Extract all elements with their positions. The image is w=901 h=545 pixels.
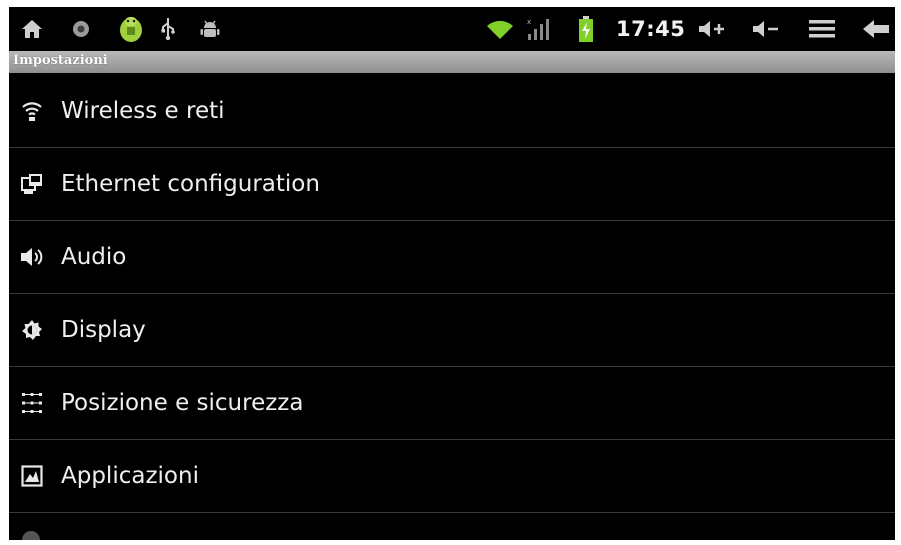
clock-time: 17:45 <box>616 17 686 41</box>
wifi-icon <box>20 99 44 123</box>
android-debug-icon <box>197 7 223 51</box>
settings-item-label: Ethernet configuration <box>61 171 320 197</box>
settings-item-label: Applicazioni <box>61 463 199 489</box>
settings-item-audio[interactable]: Audio <box>9 221 895 294</box>
title-bar: Impostazioni <box>9 51 895 73</box>
page-title: Impostazioni <box>13 53 108 68</box>
speaker-icon <box>20 245 44 269</box>
usb-icon <box>156 7 180 51</box>
signal-icon: x <box>524 7 554 51</box>
home-icon[interactable] <box>17 7 47 51</box>
location-grid-icon <box>20 391 44 415</box>
battery-charging-icon <box>574 7 598 51</box>
applications-icon <box>20 464 44 488</box>
volume-up-icon[interactable] <box>695 7 729 51</box>
settings-item-label: Posizione e sicurezza <box>61 390 304 416</box>
brightness-icon <box>20 318 44 342</box>
record-icon <box>69 7 93 51</box>
settings-item-wireless[interactable]: Wireless e reti <box>9 75 895 148</box>
ethernet-icon <box>20 172 44 196</box>
svg-text:x: x <box>527 18 531 26</box>
android-icon <box>115 7 147 51</box>
back-icon[interactable] <box>859 7 893 51</box>
settings-item-location-security[interactable]: Posizione e sicurezza <box>9 367 895 440</box>
settings-item-applications[interactable]: Applicazioni <box>9 440 895 513</box>
settings-item-display[interactable]: Display <box>9 294 895 367</box>
volume-down-icon[interactable] <box>749 7 783 51</box>
settings-item-label: Audio <box>61 244 127 270</box>
settings-item-label: Display <box>61 317 146 343</box>
settings-item-ethernet[interactable]: Ethernet configuration <box>9 148 895 221</box>
menu-icon[interactable] <box>805 7 839 51</box>
settings-list: Wireless e reti Ethernet configuration A… <box>9 75 895 513</box>
settings-item-label: Wireless e reti <box>61 98 225 124</box>
status-bar: x 17:45 <box>9 7 895 51</box>
partial-list-item <box>9 519 895 540</box>
device-screen: x 17:45 Impostazioni Wireless e reti Eth… <box>9 7 895 540</box>
wifi-icon <box>483 7 517 51</box>
